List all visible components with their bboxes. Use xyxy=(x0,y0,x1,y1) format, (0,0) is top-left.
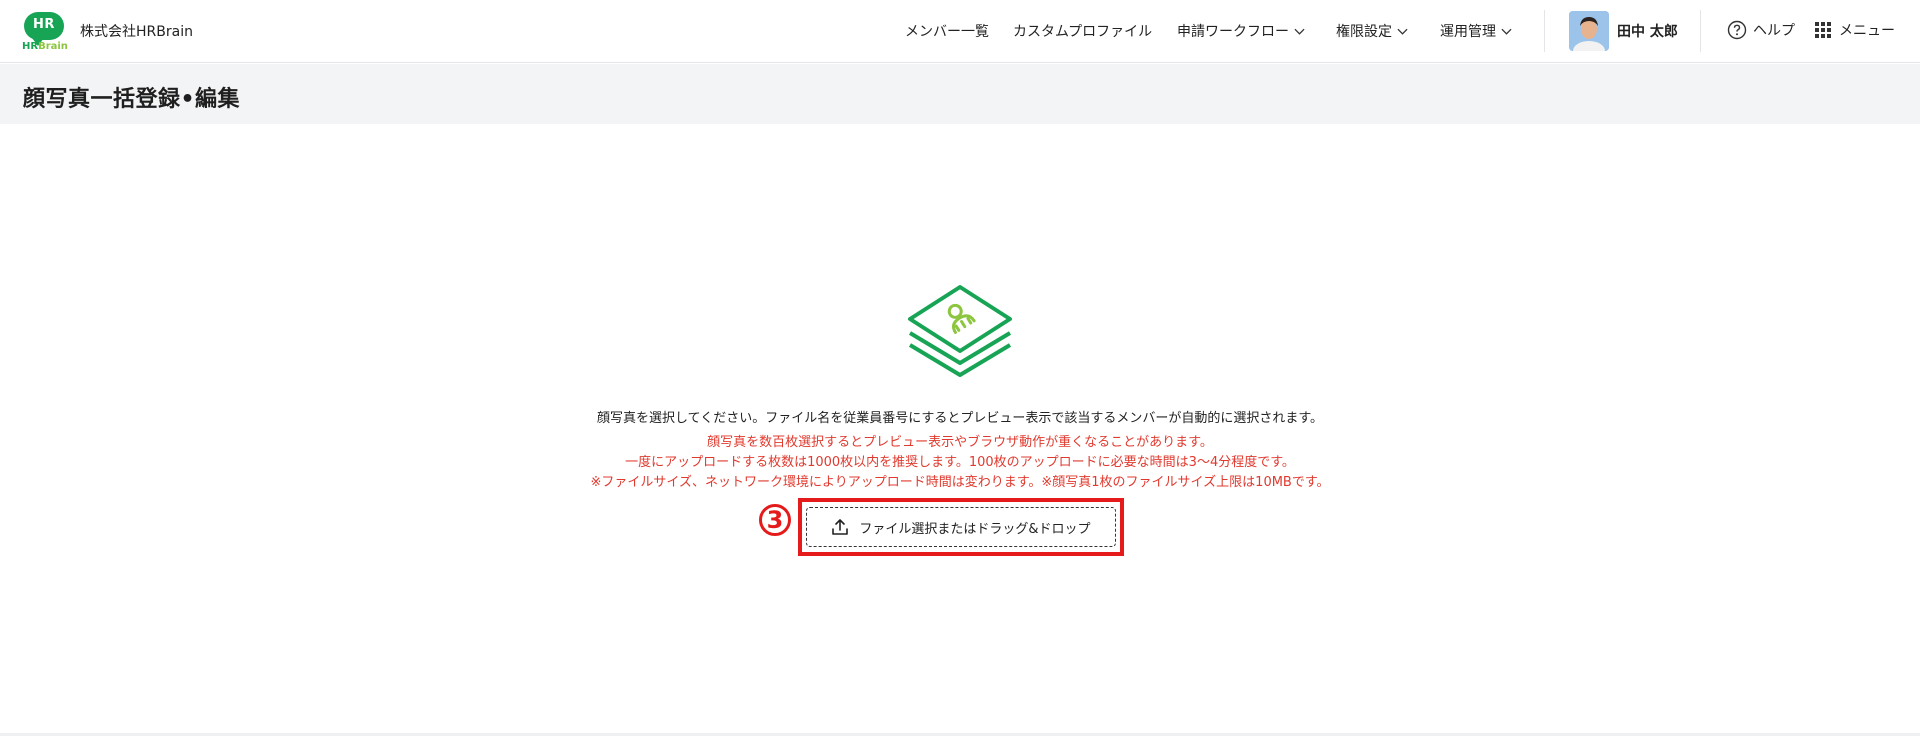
upload-warning: 顔写真を数百枚選択するとプレビュー表示やブラウザ動作が重くなることがあります。 xyxy=(707,435,1213,450)
help-circle-icon xyxy=(1727,20,1747,40)
nav-label: 申請ワークフロー xyxy=(1177,24,1289,40)
hrbrain-logo[interactable]: HR HRBrain xyxy=(22,12,68,53)
logo-wordmark: HRBrain xyxy=(22,41,68,53)
nav-operations[interactable]: 運用管理 xyxy=(1440,20,1512,42)
upload-button-label: ファイル選択またはドラッグ&ドロップ xyxy=(859,521,1091,537)
logo-wordmark-brain: Brain xyxy=(38,41,68,52)
chevron-down-icon xyxy=(1397,28,1408,35)
nav-label: 運用管理 xyxy=(1440,24,1496,40)
page-title: 顔写真一括登録•編集 xyxy=(23,87,241,112)
upload-warning: 一度にアップロードする枚数は1000枚以内を推奨します。100枚のアップロードに… xyxy=(625,455,1295,470)
file-upload-dropzone-button[interactable]: ファイル選択またはドラッグ&ドロップ xyxy=(806,507,1116,547)
step-number-badge: 3 xyxy=(757,502,793,538)
nav-member-list[interactable]: メンバー一覧 xyxy=(905,20,989,42)
nav-label: メンバー一覧 xyxy=(905,24,989,40)
app-menu-button[interactable]: メニュー xyxy=(1815,20,1895,40)
nav-label: カスタムプロファイル xyxy=(1013,24,1153,40)
chevron-down-icon xyxy=(1294,28,1305,35)
header-divider xyxy=(1544,10,1545,52)
logo-wordmark-hr: HR xyxy=(22,41,39,52)
user-photo xyxy=(1569,11,1609,51)
nav-workflow[interactable]: 申請ワークフロー xyxy=(1177,20,1305,42)
user-name[interactable]: 田中 太郎 xyxy=(1617,21,1678,41)
menu-label: メニュー xyxy=(1839,23,1895,39)
help-label: ヘルプ xyxy=(1753,23,1795,39)
top-header: HR HRBrain 株式会社HRBrain メンバー一覧 カスタムプロファイル… xyxy=(0,0,1920,63)
nav-permissions[interactable]: 権限設定 xyxy=(1336,20,1408,42)
grid-menu-icon xyxy=(1815,22,1831,38)
upload-warning: ※ファイルサイズ、ネットワーク環境によりアップロード時間は変わります。※顔写真1… xyxy=(590,475,1330,490)
page-title-bar: 顔写真一括登録•編集 xyxy=(0,64,1920,124)
upload-icon xyxy=(832,519,849,535)
chevron-down-icon xyxy=(1501,28,1512,35)
photo-stack-illustration xyxy=(908,285,1012,377)
logo-mark: HR xyxy=(33,17,55,32)
step-number: 3 xyxy=(759,504,791,536)
upload-description: 顔写真を選択してください。ファイル名を従業員番号にするとプレビュー表示で該当する… xyxy=(596,411,1324,426)
nav-label: 権限設定 xyxy=(1336,24,1392,40)
nav-custom-profile[interactable]: カスタムプロファイル xyxy=(1013,20,1152,42)
header-divider xyxy=(1700,10,1701,52)
help-link[interactable]: ヘルプ xyxy=(1727,20,1795,40)
avatar[interactable] xyxy=(1569,11,1609,51)
company-name: 株式会社HRBrain xyxy=(80,24,193,40)
